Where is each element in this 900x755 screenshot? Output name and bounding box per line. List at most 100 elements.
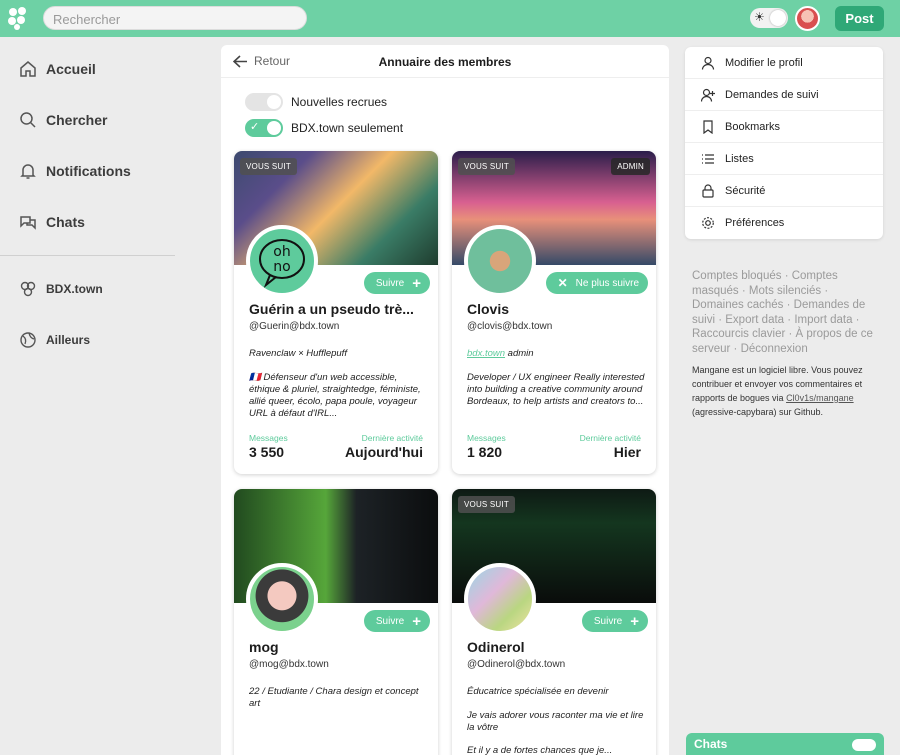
menu-item-lists[interactable]: Listes: [685, 143, 883, 175]
chat-toggle-switch[interactable]: [852, 739, 876, 751]
link-logout[interactable]: Déconnexion: [741, 343, 808, 355]
follow-button[interactable]: Suivre +: [581, 610, 648, 632]
sidebar-item-label: Notifications: [46, 163, 131, 179]
sidebar-item-ailleurs[interactable]: Ailleurs: [18, 330, 90, 350]
sidebar-item-label: BDX.town: [46, 282, 103, 296]
member-card[interactable]: VOUS SUIT ADMIN ✕ Ne plus suivre Clovis …: [452, 151, 656, 474]
plus-icon: +: [412, 612, 421, 630]
plus-icon: +: [412, 274, 421, 292]
member-card[interactable]: VOUS SUIT oh no Suivre + Guérin a un pse…: [234, 151, 438, 474]
menu-item-label: Modifier le profil: [725, 56, 803, 69]
last-activity-label: Dernière activité: [579, 433, 641, 443]
link-keyboard-shortcuts[interactable]: Raccourcis clavier: [692, 328, 785, 340]
search-input[interactable]: Rechercher: [43, 6, 307, 30]
member-bio: Ravenclaw × Hufflepuff: [249, 348, 347, 359]
software-footnote: Mangane est un logiciel libre. Vous pouv…: [692, 365, 863, 417]
sidebar-item-bdx-town[interactable]: BDX.town: [18, 279, 103, 299]
avatar[interactable]: [464, 225, 536, 297]
follow-label: Suivre: [593, 615, 623, 627]
toggle-switch[interactable]: ✓: [245, 119, 283, 137]
app-logo-icon[interactable]: [6, 5, 30, 31]
member-name[interactable]: mog: [249, 639, 279, 655]
link-import-data[interactable]: Import data: [794, 314, 852, 326]
svg-text:oh: oh: [273, 244, 290, 260]
avatar[interactable]: [246, 563, 318, 635]
menu-item-follow-requests[interactable]: Demandes de suivi: [685, 79, 883, 111]
toggle-bdx-town-seulement[interactable]: ✓ BDX.town seulement: [245, 119, 403, 137]
unfollow-button[interactable]: ✕ Ne plus suivre: [545, 272, 648, 294]
sidebar-item-label: Chercher: [46, 112, 108, 128]
menu-item-edit-profile[interactable]: Modifier le profil: [685, 47, 883, 79]
toggle-switch[interactable]: ✕: [245, 93, 283, 111]
follows-you-badge: VOUS SUIT: [240, 158, 297, 175]
link-hidden-domains[interactable]: Domaines cachés: [692, 299, 783, 311]
avatar[interactable]: oh no: [246, 225, 318, 297]
repo-link[interactable]: Cl0v1s/mangane: [786, 393, 854, 403]
list-icon: [702, 153, 714, 164]
chat-icon: [20, 216, 36, 230]
member-handle: @clovis@bdx.town: [467, 321, 553, 332]
post-button[interactable]: Post: [835, 6, 884, 31]
menu-item-bookmarks[interactable]: Bookmarks: [685, 111, 883, 143]
member-bio: bdx.town admin: [467, 348, 534, 359]
chat-panel-label: Chats: [694, 737, 728, 751]
sidebar-item-label: Ailleurs: [46, 333, 91, 347]
toggle-knob: [770, 10, 786, 26]
sidebar-item-label: Chats: [46, 214, 85, 230]
top-bar: Rechercher ☀ Post: [0, 0, 900, 37]
member-bio: Et il y a de fortes chances que je...: [467, 745, 613, 755]
link-blocked-accounts[interactable]: Comptes bloqués: [692, 270, 782, 282]
sidebar-item-notifications[interactable]: Notifications: [18, 161, 131, 181]
member-name[interactable]: Odinerol: [467, 639, 525, 655]
link-export-data[interactable]: Export data: [725, 314, 784, 326]
page-title: Annuaire des membres: [378, 55, 512, 69]
account-menu: Modifier le profil Demandes de suivi Boo…: [685, 47, 883, 239]
search-icon: [20, 112, 36, 128]
sidebar-item-chercher[interactable]: Chercher: [18, 110, 107, 130]
member-handle: @Guerin@bdx.town: [249, 321, 340, 332]
panel-header: Retour Annuaire des membres: [221, 45, 669, 78]
member-card[interactable]: Suivre + mog @mog@bdx.town 22 / Etudiant…: [234, 489, 438, 755]
user-plus-icon: [701, 88, 715, 102]
toggle-nouvelles-recrues[interactable]: ✕ Nouvelles recrues: [245, 93, 387, 111]
chat-panel-toggle[interactable]: Chats: [686, 733, 884, 755]
menu-item-security[interactable]: Sécurité: [685, 175, 883, 207]
follows-you-badge: VOUS SUIT: [458, 158, 515, 175]
close-icon: ✕: [557, 276, 568, 290]
messages-count: 3 550: [249, 444, 285, 460]
lock-icon: [702, 183, 714, 198]
last-activity-label: Dernière activité: [361, 433, 423, 443]
sidebar-item-chats[interactable]: Chats: [18, 212, 85, 232]
user-icon: [701, 56, 715, 70]
member-handle: @mog@bdx.town: [249, 659, 329, 670]
member-handle: @Odinerol@bdx.town: [467, 659, 566, 670]
avatar[interactable]: [464, 563, 536, 635]
secondary-links: Comptes bloqués · Comptes masqués · Mots…: [692, 270, 873, 355]
member-card[interactable]: VOUS SUIT Suivre + Odinerol @Odinerol@bd…: [452, 489, 656, 755]
instance-icon: [20, 281, 36, 297]
oh-no-logo: oh no: [259, 239, 305, 289]
theme-toggle[interactable]: ☀: [750, 8, 788, 28]
unfollow-label: Ne plus suivre: [575, 277, 639, 289]
messages-count: 1 820: [467, 444, 503, 460]
sidebar-item-accueil[interactable]: Accueil: [18, 59, 96, 79]
menu-item-preferences[interactable]: Préférences: [685, 207, 883, 239]
admin-badge: ADMIN: [611, 158, 650, 175]
member-name[interactable]: Guérin a un pseudo trè...: [249, 301, 414, 317]
link-muted-words[interactable]: Mots silenciés: [749, 285, 821, 297]
messages-label: Messages: [467, 433, 506, 443]
messages-label: Messages: [249, 433, 288, 443]
menu-item-label: Bookmarks: [725, 120, 781, 133]
gear-icon: [702, 217, 714, 229]
member-bio: Éducatrice spécialisée en devenir: [467, 686, 609, 697]
instance-link[interactable]: bdx.town: [467, 348, 505, 359]
member-bio: Je vais adorer vous raconter ma vie et l…: [467, 710, 644, 733]
follow-button[interactable]: Suivre +: [363, 272, 430, 294]
svg-text:no: no: [273, 259, 290, 275]
member-bio: 🇫🇷 Défenseur d'un web accessible, éthiqu…: [249, 372, 421, 419]
sidebar-item-label: Accueil: [46, 61, 96, 77]
follow-button[interactable]: Suivre +: [363, 610, 430, 632]
last-activity-value: Hier: [613, 444, 641, 460]
avatar[interactable]: [795, 6, 820, 31]
member-name[interactable]: Clovis: [467, 301, 509, 317]
